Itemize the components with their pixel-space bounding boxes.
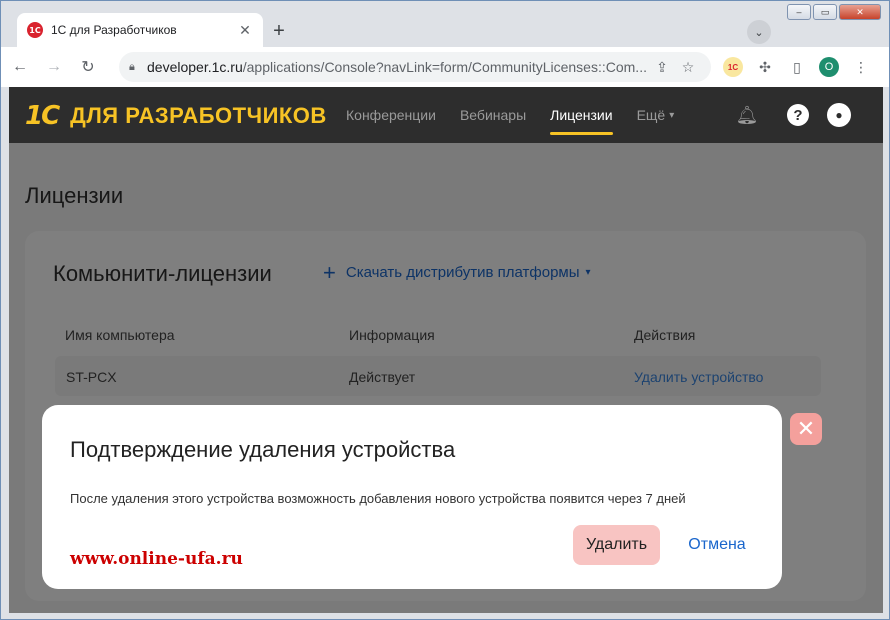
nav-item-licenses[interactable]: Лицензии xyxy=(550,87,614,143)
page-viewport: 1С ДЛЯ РАЗРАБОТЧИКОВ Конференции Вебинар… xyxy=(9,87,883,613)
url-path: /applications/Console?navLink=form/Commu… xyxy=(242,59,647,75)
extension-1c-icon[interactable]: 1С xyxy=(723,57,743,77)
lock-icon[interactable]: 🔒︎ xyxy=(129,61,147,74)
logo-text: ДЛЯ РАЗРАБОТЧИКОВ xyxy=(70,103,327,128)
browser-window: 1С 1С для Разработчиков ✕ + ⌄ ‒ ▭ ✕ ← → … xyxy=(0,0,890,620)
watermark-text: www.online-ufa.ru xyxy=(70,549,243,569)
chevron-down-icon: ▾ xyxy=(669,109,675,121)
reload-icon[interactable]: ↻ xyxy=(73,52,103,82)
browser-tab[interactable]: 1С 1С для Разработчиков ✕ xyxy=(17,13,263,47)
back-arrow-icon[interactable]: ← xyxy=(5,52,35,82)
browser-menu-icon[interactable]: ⋮ xyxy=(851,57,871,77)
browser-toolbar: ← → ↻ 🔒︎ developer.1c.ru/applications/Co… xyxy=(1,47,889,87)
side-panel-icon[interactable]: ▯ xyxy=(787,57,807,77)
forward-arrow-icon[interactable]: → xyxy=(39,52,69,82)
address-bar[interactable]: 🔒︎ developer.1c.ru/applications/Console?… xyxy=(119,52,711,82)
dialog-message: После удаления этого устройства возможно… xyxy=(70,491,686,506)
tab-title: 1С для Разработчиков xyxy=(51,23,177,37)
tab-strip: 1С 1С для Разработчиков ✕ + ⌄ ‒ ▭ ✕ xyxy=(1,1,889,47)
nav-item-webinars[interactable]: Вебинары xyxy=(460,87,526,143)
dialog-title: Подтверждение удаления устройства xyxy=(70,437,456,462)
tab-search-icon[interactable]: ⌄ xyxy=(747,20,771,44)
cancel-button[interactable]: Отмена xyxy=(679,525,755,565)
site-header: 1С ДЛЯ РАЗРАБОТЧИКОВ Конференции Вебинар… xyxy=(9,87,883,143)
confirm-delete-dialog: Подтверждение удаления устройства После … xyxy=(42,405,782,589)
nav-item-conferences[interactable]: Конференции xyxy=(346,87,436,143)
site-logo[interactable]: 1С ДЛЯ РАЗРАБОТЧИКОВ xyxy=(25,101,327,131)
nav-more-label: Ещё xyxy=(636,107,666,123)
extensions-puzzle-icon[interactable]: ✣ xyxy=(755,57,775,77)
bookmark-star-icon[interactable]: ☆ xyxy=(675,59,701,76)
share-icon[interactable]: ⇪ xyxy=(649,59,675,76)
close-tab-icon[interactable]: ✕ xyxy=(237,22,253,39)
window-close-icon[interactable]: ✕ xyxy=(839,4,881,20)
site-favicon-icon: 1С xyxy=(27,22,43,38)
new-tab-button[interactable]: + xyxy=(267,19,291,43)
nav-item-more[interactable]: Ещё ▾ xyxy=(637,87,675,143)
window-controls: ‒ ▭ ✕ xyxy=(787,4,881,20)
url-host: developer.1c.ru xyxy=(147,59,243,75)
minimize-icon[interactable]: ‒ xyxy=(787,4,811,20)
delete-button[interactable]: Удалить xyxy=(573,525,660,565)
user-account-icon[interactable]: ● xyxy=(827,103,851,127)
help-icon[interactable]: ? xyxy=(787,104,809,126)
maximize-icon[interactable]: ▭ xyxy=(813,4,837,20)
main-nav: Конференции Вебинары Лицензии Ещё ▾ xyxy=(346,87,698,143)
close-dialog-icon[interactable]: ✕ xyxy=(790,413,822,445)
bell-icon[interactable]: 🔔︎ xyxy=(735,103,759,127)
profile-avatar[interactable]: O xyxy=(819,57,839,77)
url-text[interactable]: developer.1c.ru/applications/Console?nav… xyxy=(147,59,649,75)
logo-mark: 1С xyxy=(25,101,60,131)
